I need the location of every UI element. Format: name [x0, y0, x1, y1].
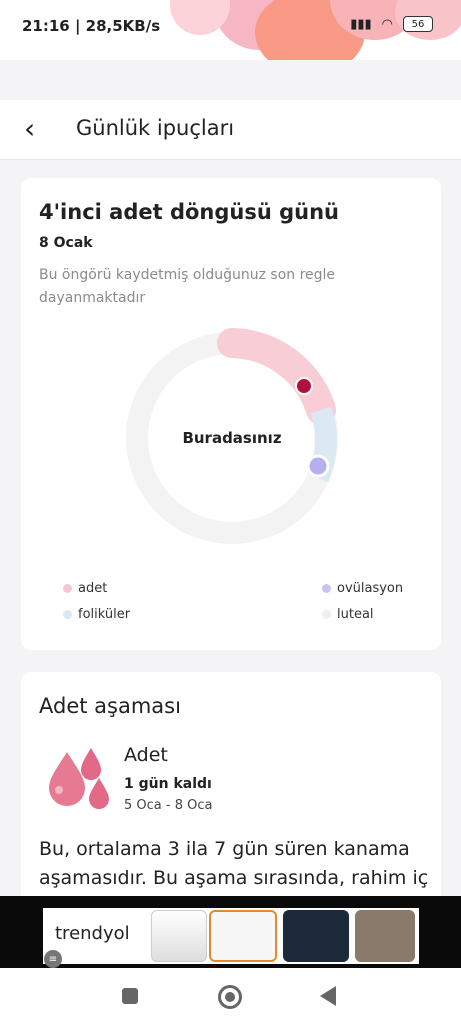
legend-follicular: foliküler [63, 607, 130, 622]
wifi-icon: ◠ [381, 16, 393, 32]
legend-dot-icon [322, 610, 331, 619]
page-title: Günlük ipuçları [76, 116, 235, 140]
ad-banner[interactable]: trendyol [0, 896, 461, 968]
ad-product-image[interactable] [209, 910, 277, 962]
legend-luteal: luteal [322, 607, 374, 622]
back-arrow-icon[interactable]: ‹ [24, 114, 35, 144]
legend-dot-icon [63, 610, 72, 619]
ad-info-icon[interactable]: ≡ [44, 950, 62, 968]
ovulation-marker-icon [306, 454, 330, 478]
cycle-day-card: 4'inci adet döngüsü günü 8 Ocak Bu öngör… [21, 178, 441, 650]
legend-dot-icon [322, 584, 331, 593]
legend-dot-icon [63, 584, 72, 593]
ad-product-image[interactable] [283, 910, 349, 962]
cycle-day-title: 4'inci adet döngüsü günü [39, 200, 339, 224]
phase-name: Adet [124, 744, 168, 766]
ad-brand-logo[interactable]: trendyol [55, 923, 130, 944]
prediction-note: Bu öngörü kaydetmiş olduğunuz son regle … [39, 267, 336, 306]
legend-label: foliküler [78, 607, 131, 622]
ad-product-image[interactable] [355, 910, 415, 962]
phase-card-title: Adet aşaması [39, 694, 181, 718]
legend-label: ovülasyon [337, 581, 404, 596]
signal-icon: ▮▮▮ [350, 16, 372, 32]
days-left: 1 gün kaldı [124, 776, 212, 792]
phase-card: Adet aşaması Adet 1 gün kaldı 5 Oca - 8 … [21, 672, 441, 912]
ad-product-image[interactable] [151, 910, 207, 962]
status-time: 21:16 | 28,5KB/s [22, 17, 161, 35]
nav-back-icon[interactable] [320, 986, 336, 1006]
legend-menstruation: adet [63, 581, 107, 596]
page-header: ‹ Günlük ipuçları [0, 100, 461, 160]
legend-ovulation: ovülasyon [322, 581, 403, 596]
ad-content[interactable]: trendyol [43, 908, 419, 964]
battery-icon: 56 [403, 16, 433, 32]
you-are-here-label: Buradasınız [182, 429, 282, 447]
status-icons: ▮▮▮ ◠ 56 [350, 16, 433, 32]
home-icon[interactable] [218, 985, 242, 1009]
status-bar: 21:16 | 28,5KB/s ▮▮▮ ◠ 56 [0, 0, 461, 60]
legend-label: luteal [337, 607, 374, 622]
phase-date-range: 5 Oca - 8 Oca [124, 798, 213, 813]
phase-description: Bu, ortalama 3 ila 7 gün süren kanama aş… [39, 838, 429, 889]
today-marker-icon [295, 377, 313, 395]
recent-apps-icon[interactable] [122, 988, 138, 1004]
cycle-date: 8 Ocak [39, 235, 93, 251]
blood-drops-icon [49, 748, 109, 809]
legend-label: adet [78, 581, 108, 596]
system-nav-bar [0, 968, 461, 1024]
